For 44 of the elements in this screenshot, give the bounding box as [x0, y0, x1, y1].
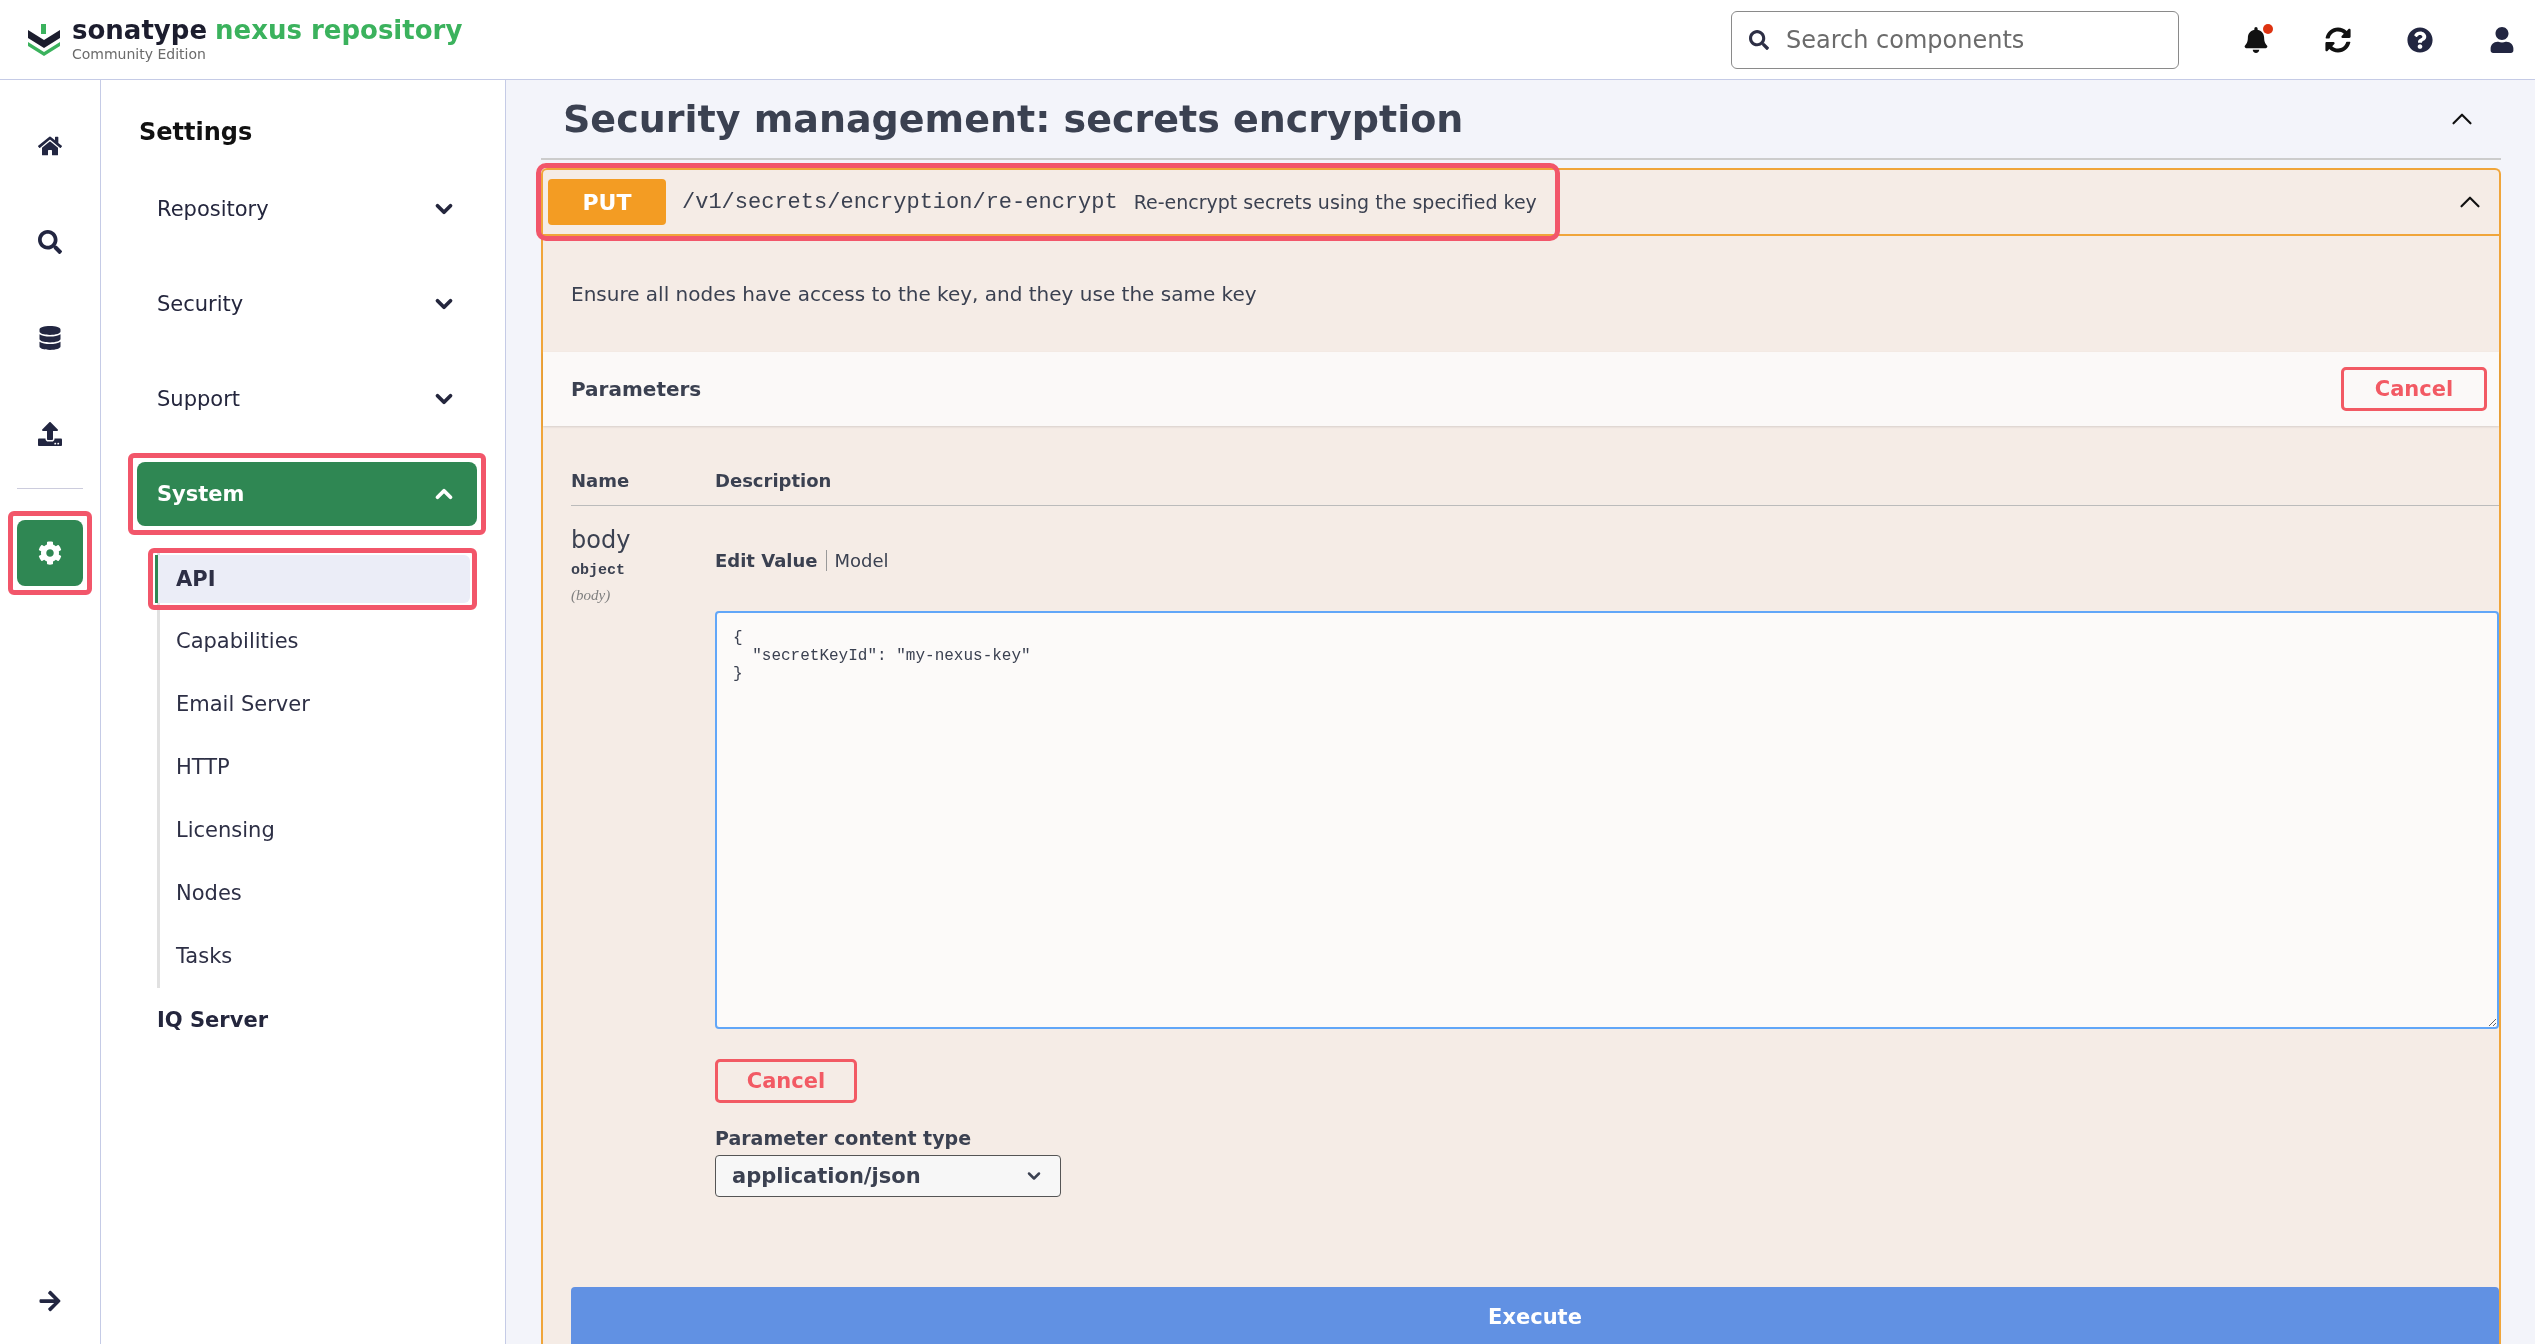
upload-icon [38, 422, 62, 446]
sidebar-group[interactable]: Repository [137, 177, 477, 241]
sidebar-item[interactable]: API [155, 555, 470, 603]
sidebar-group[interactable]: Support [137, 367, 477, 431]
section-title: Security management: secrets encryption [563, 97, 1464, 141]
sidebar-item[interactable]: Capabilities [155, 617, 470, 666]
help-icon[interactable] [2407, 26, 2433, 53]
endpoint-path: /v1/secrets/encryption/re-encrypt [682, 189, 1118, 215]
column-header: Description [715, 470, 833, 491]
parameter-name: body [571, 526, 632, 554]
refresh-icon[interactable] [2325, 26, 2351, 53]
parameter-location: (body) [571, 587, 612, 604]
sidebar-item[interactable]: HTTP [155, 743, 470, 792]
sidebar-group[interactable]: System [137, 462, 477, 526]
parameters-heading: Parameters [571, 377, 702, 401]
parameter-type: object [571, 562, 626, 579]
sidebar-item[interactable]: Email Server [155, 680, 470, 729]
content-type-select[interactable]: application/json [715, 1155, 1061, 1197]
tab[interactable]: Model [825, 550, 897, 571]
operation-summary-text: Re-encrypt secrets using the specified key [1133, 191, 1537, 213]
search-icon [1749, 29, 1769, 50]
operation-description: Ensure all nodes have access to the key, and they use the same key [570, 281, 1258, 308]
sidebar-title: Settings [139, 118, 254, 146]
search-field[interactable]: Search components [1731, 10, 2179, 69]
brand-name: sonatype [72, 17, 207, 43]
sidebar-group[interactable]: Security [137, 272, 477, 336]
user-icon[interactable] [2489, 26, 2515, 53]
sidebar-item[interactable]: Tasks [155, 932, 470, 981]
home-icon [38, 134, 62, 158]
sidebar-item[interactable]: Nodes [155, 869, 470, 918]
request-body-field[interactable]: { "secretKeyId": "my-nexus-key" } [715, 611, 2499, 1029]
edition-label: Community Edition [72, 46, 207, 62]
search-icon [38, 230, 62, 254]
sonatype-logo-icon [26, 21, 62, 58]
operation-summary[interactable]: PUT /v1/secrets/encryption/re-encrypt Re-encrypt secrets using the specified key [543, 170, 1553, 234]
sidebar-item[interactable]: Licensing [155, 806, 470, 855]
column-header: Name [571, 470, 631, 491]
tab[interactable]: Edit Value [715, 550, 826, 571]
sidebar-link[interactable]: IQ Server [137, 1008, 477, 1032]
database-icon [38, 326, 62, 350]
product-name: nexus repository [215, 17, 463, 43]
content-type-label: Parameter content type [715, 1127, 973, 1149]
method-badge: PUT [548, 179, 666, 225]
settings-icon [38, 541, 62, 565]
